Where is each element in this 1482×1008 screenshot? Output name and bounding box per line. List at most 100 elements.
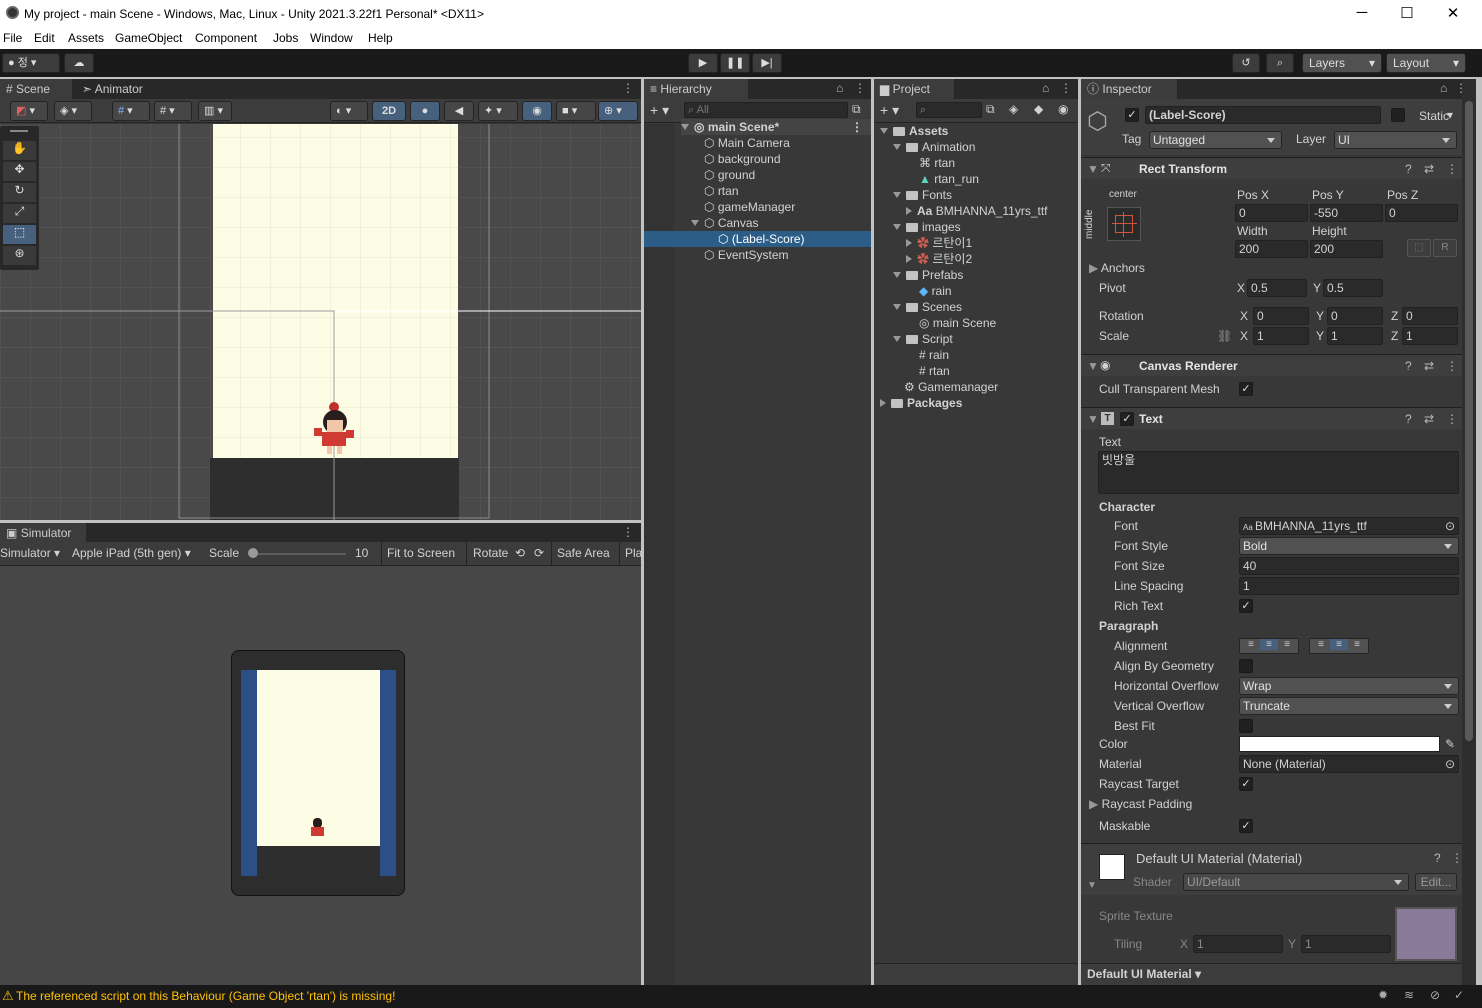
object-picker-icon[interactable]: ⊙ [1445,756,1455,772]
asset-rtan-run[interactable]: ▲ rtan_run [919,171,979,187]
asset-main-scene[interactable]: ◎ main Scene [919,315,996,331]
help-icon[interactable]: ? [1434,851,1441,865]
scale-z-field[interactable]: 1 [1402,327,1458,345]
component-menu-icon[interactable]: ⋮ [1446,359,1458,373]
hierarchy-item-gamemanager[interactable]: ⬡ gameManager [704,199,795,215]
text-component-header[interactable]: ▼ T ✓ Text ? ⇄ ⋮ [1081,407,1462,429]
raycast-target-checkbox[interactable]: ✓ [1239,777,1253,791]
move-tool-icon[interactable]: ✥ [3,162,36,181]
search-by-type-icon[interactable]: ⧉ [986,102,995,117]
color-field[interactable] [1239,736,1440,752]
expand-icon[interactable] [893,304,901,310]
cache-icon[interactable]: ⊘ [1430,988,1440,1002]
minimize-button[interactable]: ─ [1349,4,1375,24]
rot-z-field[interactable]: 0 [1402,307,1458,325]
expand-icon[interactable]: ▼ [1087,412,1099,426]
scene-root[interactable]: ◎ main Scene* ⋮ [681,119,871,135]
account-button[interactable]: ● 정 ▾ [2,53,60,73]
cloud-button[interactable]: ☁ [64,53,94,73]
simulator-viewport[interactable] [0,566,641,985]
link-icon[interactable]: ⛓ [1217,329,1232,343]
render-mode-button[interactable]: ◈ ▾ [54,101,92,121]
device-dropdown[interactable]: Apple iPad (5th gen) ▾ [72,546,191,560]
collapse-icon[interactable]: ▶ [1089,797,1102,811]
align-center-icon[interactable]: ≡ [1260,639,1278,650]
text-area[interactable]: 빗방울 [1098,451,1459,494]
expand-icon[interactable] [893,336,901,342]
expand-icon[interactable] [893,272,901,278]
help-icon[interactable]: ? [1405,412,1412,426]
menu-file[interactable]: File [3,31,22,45]
hidden-packages-icon[interactable]: ◉ [1058,102,1068,116]
tiling-x-field[interactable]: 1 [1193,935,1283,953]
blueprint-mode-icon[interactable]: ⬚ [1407,239,1431,257]
presets-icon[interactable]: ⇄ [1424,359,1434,373]
rot-x-field[interactable]: 0 [1253,307,1309,325]
menu-gameobject[interactable]: GameObject [115,31,182,45]
anchor-presets-button[interactable] [1107,207,1141,241]
expand-icon[interactable]: ▼ [1087,880,1097,891]
bug-icon[interactable]: ✹ [1378,988,1388,1002]
active-checkbox[interactable]: ✓ [1125,108,1139,122]
expand-icon[interactable] [691,220,699,226]
tab-project[interactable]: ▆ Project [874,79,954,99]
menu-assets[interactable]: Assets [68,31,104,45]
menu-help[interactable]: Help [368,31,393,45]
grid-snap-button[interactable]: # ▾ [112,101,150,121]
expand-icon[interactable] [893,224,901,230]
tab-inspector[interactable]: ⓘ Inspector [1081,79,1177,99]
cull-mesh-checkbox[interactable]: ✓ [1239,382,1253,396]
step-button[interactable]: ▶| [752,53,782,73]
scale-x-field[interactable]: 1 [1253,327,1309,345]
hierarchy-search-input[interactable]: ⌕ All [684,102,848,118]
align-middle-icon[interactable]: ≡ [1330,639,1348,650]
material-field[interactable]: None (Material) ⊙ [1239,755,1459,773]
progress-icon[interactable]: ≋ [1404,988,1414,1002]
pivot-y-field[interactable]: 0.5 [1323,279,1383,297]
height-field[interactable]: 200 [1310,240,1383,258]
posx-field[interactable]: 0 [1235,204,1308,222]
simulator-menu-icon[interactable]: ⋮ [622,525,634,539]
search-button[interactable]: ⌕ [1266,53,1294,73]
snap-increment-button[interactable]: # ▾ [154,101,192,121]
raw-edit-button[interactable]: R [1433,239,1457,257]
scale-slider-thumb[interactable] [248,548,258,558]
object-picker-icon[interactable]: ⊙ [1445,518,1455,534]
scale-y-field[interactable]: 1 [1327,327,1383,345]
folder-prefabs[interactable]: Prefabs [893,267,963,283]
create-asset-button[interactable]: + ▾ [880,102,899,119]
lighting-button[interactable]: ● [410,101,440,121]
layers-dropdown[interactable]: Layers ▾ [1302,53,1382,73]
lock-icon[interactable]: ⌂ [1042,81,1049,95]
tab-hierarchy[interactable]: ≡ Hierarchy [644,79,748,99]
shader-dropdown[interactable]: UI/Default [1183,873,1409,891]
pivot-x-field[interactable]: 0.5 [1247,279,1307,297]
asset-image-2[interactable]: ✿ 르탄이2 [906,251,972,267]
align-right-icon[interactable]: ≡ [1278,639,1296,650]
camera-button[interactable]: ■ ▾ [556,101,596,121]
asset-script-rtan[interactable]: # rtan [919,363,950,379]
asset-image-1[interactable]: ✿ 르탄이1 [906,235,972,251]
hierarchy-item-rtan[interactable]: ⬡ rtan [704,183,739,199]
expand-icon[interactable]: ▼ [1087,359,1099,373]
vertical-overflow-dropdown[interactable]: Truncate [1239,697,1459,715]
component-menu-icon[interactable]: ⋮ [1446,162,1458,176]
text-enabled-checkbox[interactable]: ✓ [1120,412,1134,426]
project-menu-icon[interactable]: ⋮ [1060,81,1072,95]
asset-gamemanager[interactable]: ⚙ Gamemanager [904,379,998,395]
layout-dropdown[interactable]: Layout ▾ [1386,53,1466,73]
collapse-icon[interactable] [906,255,912,263]
scene-menu-icon[interactable]: ⋮ [851,119,863,135]
raycast-padding-foldout[interactable]: ▶ Raycast Padding [1089,797,1192,811]
rot-y-field[interactable]: 0 [1327,307,1383,325]
asset-rtan-anim[interactable]: ⌘ rtan [919,155,955,171]
gizmos-button[interactable]: ⊕ ▾ [598,101,638,121]
width-field[interactable]: 200 [1235,240,1308,258]
menu-window[interactable]: Window [310,31,353,45]
visibility-button[interactable]: ◉ [522,101,552,121]
best-fit-checkbox[interactable] [1239,719,1253,733]
search-mode-icon[interactable]: ⧉ [852,102,861,117]
expand-icon[interactable] [893,192,901,198]
palette-handle[interactable] [10,130,28,132]
posz-field[interactable]: 0 [1385,204,1458,222]
